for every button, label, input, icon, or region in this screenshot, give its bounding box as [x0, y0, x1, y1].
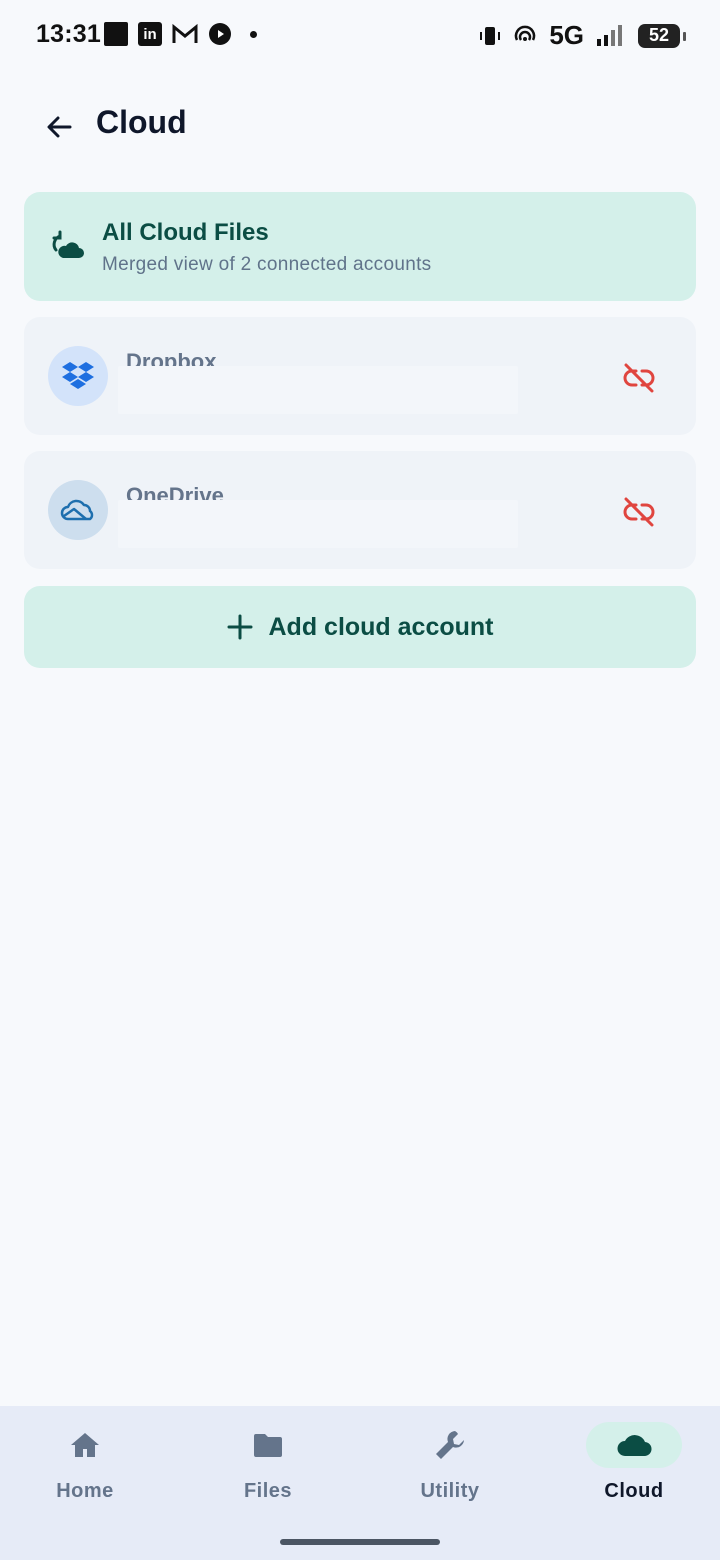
nav-files-indicator	[220, 1422, 316, 1468]
onedrive-icon	[60, 499, 94, 521]
folder-icon	[254, 1434, 282, 1457]
add-cloud-account-label: Add cloud account	[268, 612, 494, 641]
plus-icon	[227, 614, 252, 640]
system-icons: 5G 52	[479, 20, 686, 51]
battery-indicator: 52	[638, 23, 686, 48]
unlink-icon[interactable]	[622, 361, 656, 395]
onedrive-avatar	[48, 480, 108, 540]
top-app-bar: Cloud	[0, 90, 720, 162]
arrow-back-icon	[47, 116, 72, 138]
notification-icons: in	[104, 22, 257, 46]
bottom-navigation: Home Files Utility Cloud	[0, 1406, 720, 1560]
nav-utility-indicator	[402, 1422, 498, 1468]
page-title: Cloud	[96, 104, 187, 140]
gesture-home-indicator[interactable]	[280, 1539, 440, 1545]
cloud-icon	[617, 1435, 652, 1457]
dropbox-avatar	[48, 346, 108, 406]
all-cloud-files-subtitle: Merged view of 2 connected accounts	[102, 254, 432, 275]
unlink-icon[interactable]	[622, 495, 656, 529]
app-notification-icon	[104, 22, 128, 46]
signal-icon	[597, 24, 622, 46]
add-cloud-account-button[interactable]: Add cloud account	[24, 586, 696, 668]
nav-cloud-indicator	[586, 1422, 682, 1468]
nav-label: Home	[56, 1480, 114, 1502]
account-name: OneDrive	[126, 483, 224, 501]
dropbox-icon	[62, 362, 94, 389]
account-detail-redacted	[118, 500, 518, 548]
vibrate-icon	[480, 26, 501, 45]
home-icon	[71, 1433, 99, 1457]
wrench-icon	[436, 1431, 464, 1459]
nav-label: Cloud	[604, 1480, 664, 1502]
hotspot-icon	[515, 25, 536, 41]
cloud-sync-icon	[52, 230, 84, 258]
back-button[interactable]	[36, 104, 82, 150]
status-time: 13:31	[36, 20, 101, 48]
nav-item-home[interactable]: Home	[15, 1422, 155, 1522]
status-bar: 13:31 in 5G 52	[0, 0, 720, 72]
youtube-music-icon	[209, 23, 231, 45]
account-item-onedrive[interactable]: OneDrive	[24, 451, 696, 569]
nav-home-indicator	[37, 1422, 133, 1468]
nav-item-cloud[interactable]: Cloud	[564, 1422, 704, 1522]
all-cloud-files-title: All Cloud Files	[102, 219, 269, 246]
more-notifications-dot	[250, 30, 257, 38]
account-name: Dropbox	[126, 349, 217, 367]
nav-label: Files	[243, 1480, 293, 1502]
gmail-icon	[172, 23, 198, 43]
linkedin-icon: in	[138, 22, 162, 46]
account-item-dropbox[interactable]: Dropbox	[24, 317, 696, 435]
nav-item-utility[interactable]: Utility	[380, 1422, 520, 1522]
all-cloud-files-card[interactable]: All Cloud Files Merged view of 2 connect…	[24, 192, 696, 301]
nav-item-files[interactable]: Files	[198, 1422, 338, 1522]
nav-label: Utility	[420, 1480, 480, 1502]
account-detail-redacted	[118, 366, 518, 414]
network-type: 5G	[549, 20, 584, 50]
